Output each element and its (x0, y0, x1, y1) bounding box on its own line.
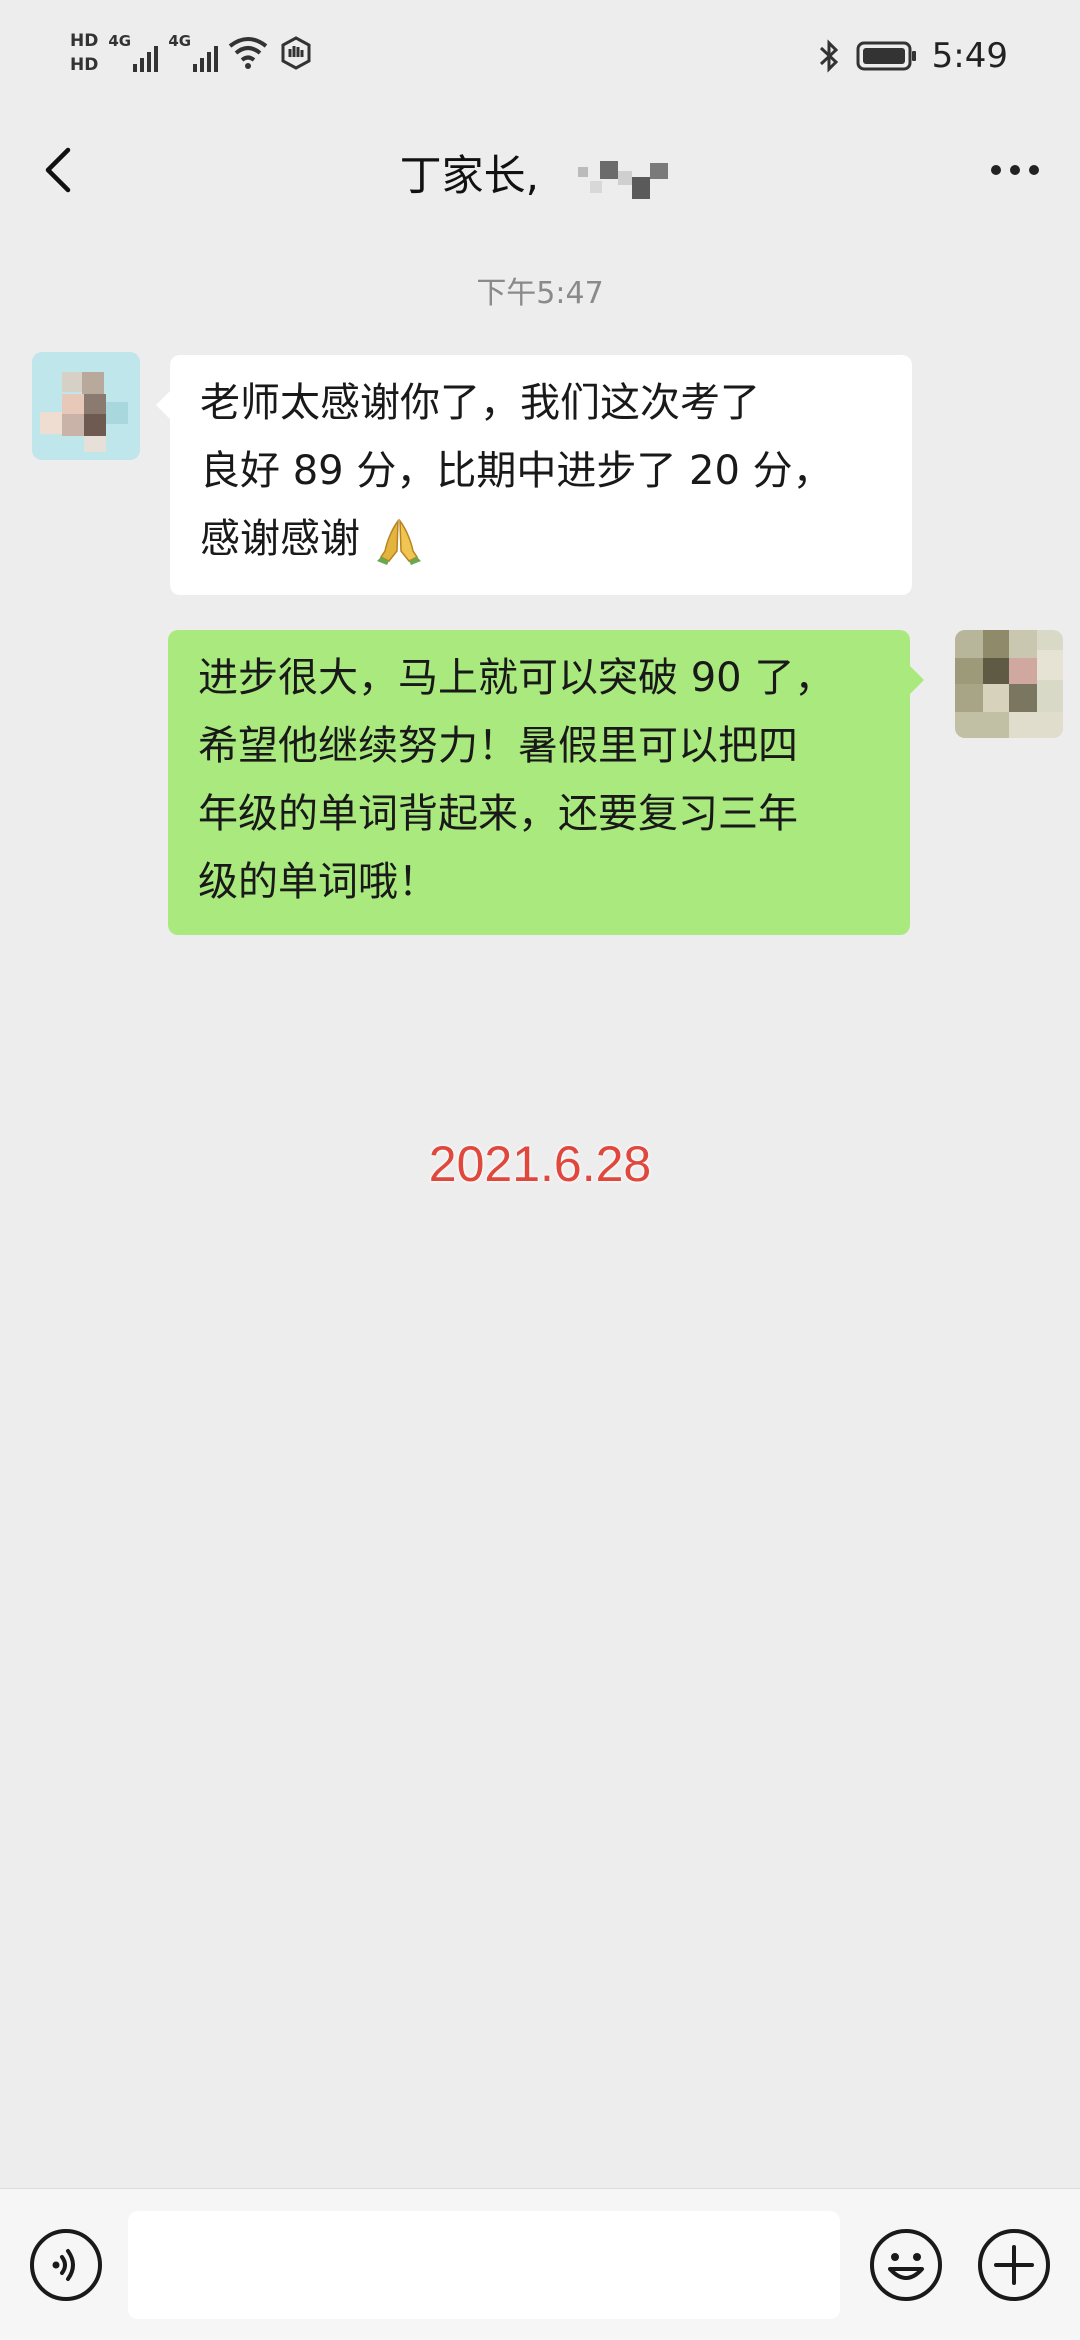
more-dots-icon (1029, 165, 1039, 175)
title-bar: 丁家长, (0, 120, 1080, 220)
voice-icon (30, 2229, 102, 2301)
status-left: HD HD 4G 4G (70, 30, 314, 76)
message-line: 级的单词哦！ (198, 859, 438, 905)
status-right: 5:49 (816, 36, 1008, 76)
hotspot-icon (281, 36, 311, 70)
more-dots-icon (991, 165, 1001, 175)
message-line-last: 感谢感谢 (200, 505, 882, 573)
outgoing-message-bubble[interactable]: 进步很大，马上就可以突破 90 了， 希望他继续努力！暑假里可以把四 年级的单词… (168, 630, 924, 935)
folded-hands-icon (376, 518, 421, 565)
message-timestamp: 下午5:47 (476, 276, 604, 311)
sim1-hd-label: HD (70, 31, 99, 51)
message-line: 年级的单词背起来，还要复习三年 (198, 791, 798, 837)
emoji-button[interactable] (868, 2227, 944, 2303)
chat-title-text: 丁家长, (399, 151, 539, 200)
message-line: 良好 89 分，比期中进步了 20 分， (200, 448, 833, 494)
message-line-text: 感谢感谢 (200, 516, 360, 562)
incoming-message-bubble[interactable]: 老师太感谢你了，我们这次考了 良好 89 分，比期中进步了 20 分， 感谢感谢 (156, 355, 912, 595)
redacted-name-mosaic (578, 160, 669, 199)
signal-1-icon: 4G (108, 30, 159, 76)
signal-2-icon: 4G (168, 30, 219, 76)
more-dots-icon (1010, 165, 1020, 175)
sim-indicators: HD HD (70, 31, 98, 75)
input-bar (0, 2188, 1080, 2340)
bluetooth-icon (819, 39, 838, 73)
message-line: 老师太感谢你了，我们这次考了 (200, 380, 760, 426)
more-button[interactable] (980, 140, 1050, 200)
message-line: 希望他继续努力！暑假里可以把四 (198, 723, 798, 769)
plus-circle-icon (978, 2229, 1050, 2301)
status-time: 5:49 (931, 36, 1008, 76)
status-bar: HD HD 4G 4G 5:49 (0, 0, 1080, 120)
message-line: 进步很大，马上就可以突破 90 了， (198, 655, 835, 701)
battery-icon (856, 41, 916, 71)
contact-avatar[interactable] (32, 352, 140, 460)
message-input[interactable] (128, 2211, 840, 2319)
sim2-hd-label: HD (70, 55, 99, 75)
chat-screen: HD HD 4G 4G 5:49 丁家长, 下午5:47 老师太感谢你了，我们这… (0, 0, 1080, 2340)
emoji-icon (870, 2229, 942, 2301)
wifi-icon (229, 37, 268, 69)
network1-label: 4G (108, 32, 132, 50)
my-avatar[interactable] (955, 630, 1063, 738)
chat-title: 丁家长, (0, 142, 1080, 203)
date-overlay-text: 2021.6.28 (428, 1136, 652, 1192)
voice-button[interactable] (28, 2227, 104, 2303)
more-functions-button[interactable] (976, 2227, 1052, 2303)
network2-label: 4G (168, 32, 192, 50)
